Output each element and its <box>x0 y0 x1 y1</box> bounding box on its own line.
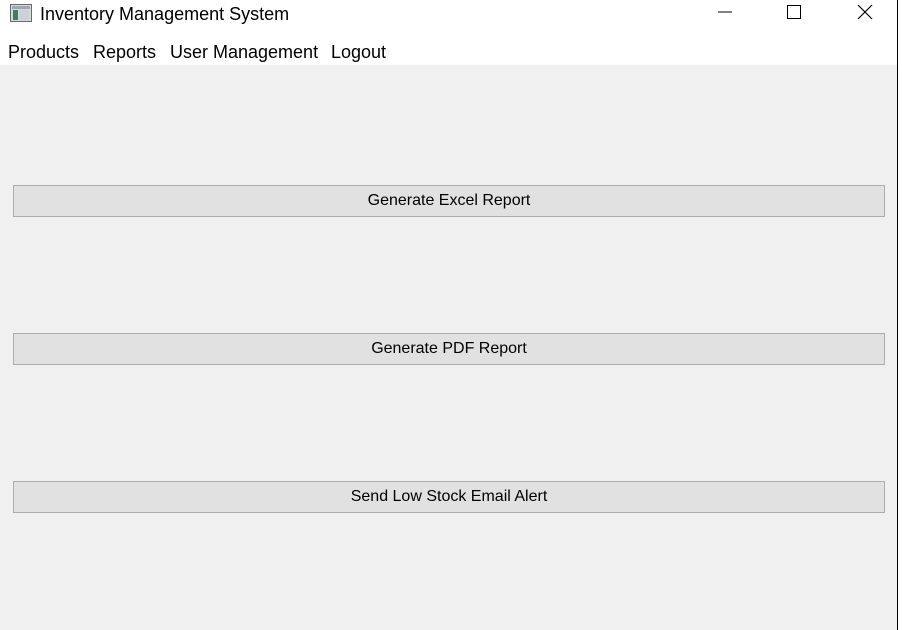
send-low-stock-email-alert-button[interactable]: Send Low Stock Email Alert <box>13 481 885 513</box>
minimize-icon <box>717 4 733 25</box>
close-icon <box>856 3 874 26</box>
window-title: Inventory Management System <box>40 4 290 24</box>
menu-item-products[interactable]: Products <box>8 42 79 63</box>
menu-bar: Products Reports User Management Logout <box>0 29 897 65</box>
minimize-button[interactable] <box>702 0 748 29</box>
menu-item-reports[interactable]: Reports <box>93 42 156 63</box>
close-button[interactable] <box>842 0 888 29</box>
menu-item-logout[interactable]: Logout <box>331 42 386 63</box>
app-window: Inventory Management System Products Rep… <box>0 0 898 630</box>
title-bar[interactable]: Inventory Management System <box>0 0 897 29</box>
maximize-icon <box>786 4 802 25</box>
menu-item-user-management[interactable]: User Management <box>170 42 318 63</box>
generate-excel-report-button[interactable]: Generate Excel Report <box>13 185 885 217</box>
maximize-button[interactable] <box>771 0 817 29</box>
reports-panel: Generate Excel Report Generate PDF Repor… <box>0 65 897 630</box>
app-window-icon <box>10 4 32 22</box>
generate-pdf-report-button[interactable]: Generate PDF Report <box>13 333 885 365</box>
